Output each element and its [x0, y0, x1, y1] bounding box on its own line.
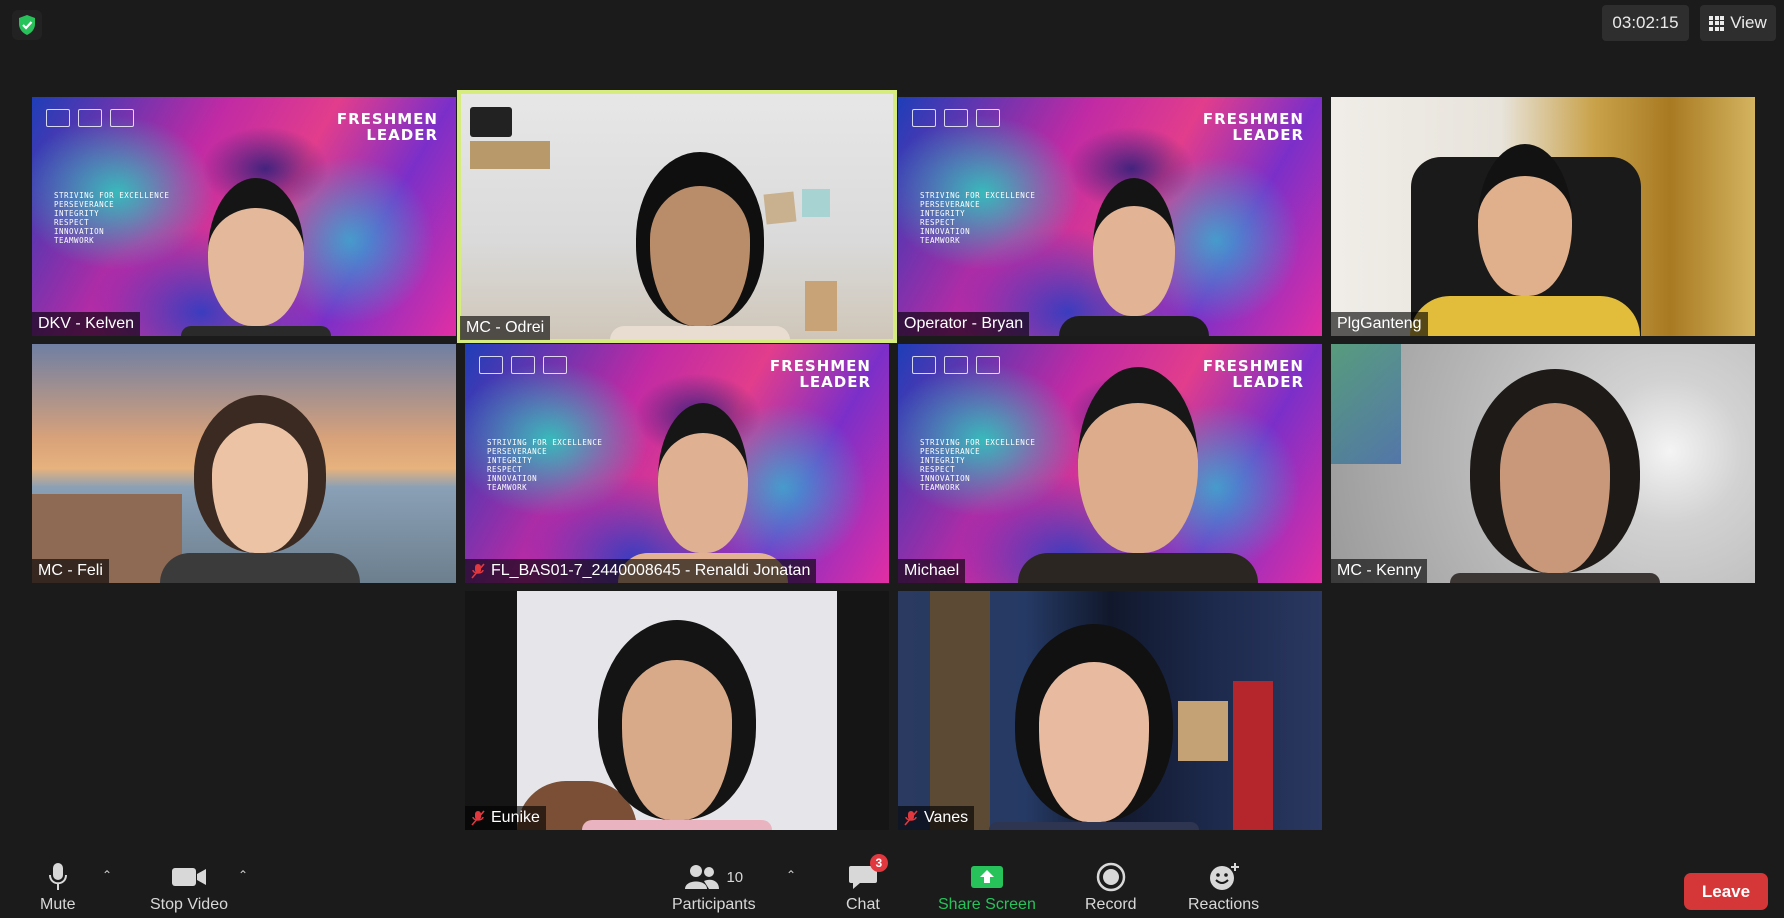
- participant-video: [582, 620, 772, 830]
- participant-video: [618, 403, 788, 583]
- participant-name-tag: FL_BAS01-7_2440008645 - Renaldi Jonatan: [465, 559, 817, 583]
- participants-options-caret-icon[interactable]: ⌃: [786, 868, 796, 882]
- leave-button[interactable]: Leave: [1684, 873, 1768, 910]
- meeting-toolbar: Mute ⌃ Stop Video ⌃ 10 Participants ⌃ 3 …: [0, 848, 1784, 918]
- participant-name-tag: DKV - Kelven: [32, 312, 141, 336]
- participant-video: [181, 178, 331, 336]
- video-tile-plgganteng[interactable]: PlgGanteng: [1331, 97, 1755, 336]
- freshmen-leader-logo: FRESHMEN LEADER: [769, 357, 871, 391]
- chat-button[interactable]: 3 Chat: [846, 854, 888, 914]
- participant-video: [1410, 144, 1640, 336]
- sponsor-logos: [912, 109, 1000, 127]
- meeting-timer: 03:02:15: [1602, 5, 1689, 41]
- record-button[interactable]: Record: [1085, 862, 1137, 914]
- mic-muted-icon: [471, 563, 485, 579]
- blur-patch: [1331, 344, 1401, 464]
- video-tile-vanes[interactable]: Vanes: [898, 591, 1322, 830]
- values-list: STRIVING FOR EXCELLENCE PERSEVERANCE INTEG…: [920, 191, 1036, 245]
- participant-name-tag: Eunike: [465, 806, 546, 830]
- mute-button[interactable]: Mute: [40, 862, 76, 914]
- participant-video: [1059, 178, 1209, 336]
- participant-video: [1018, 367, 1258, 583]
- smiley-add-icon: [1208, 862, 1240, 892]
- video-tile-kelven[interactable]: FRESHMEN LEADER STRIVING FOR EXCELLENCE PE…: [32, 97, 456, 336]
- video-options-caret-icon[interactable]: ⌃: [238, 868, 248, 882]
- participant-video: [989, 624, 1199, 830]
- grid-view-icon: [1709, 15, 1725, 31]
- mic-muted-icon: [471, 810, 485, 826]
- view-button-label: View: [1730, 13, 1767, 32]
- video-tile-eunike[interactable]: Eunike: [465, 591, 889, 830]
- participants-icon: 10: [684, 862, 743, 892]
- share-screen-icon: [970, 862, 1004, 892]
- pencil-cup: [805, 281, 837, 331]
- participant-name-tag: Operator - Bryan: [898, 312, 1030, 336]
- participant-name-tag: Vanes: [898, 806, 975, 830]
- video-tile-renaldi[interactable]: FRESHMEN LEADER STRIVING FOR EXCELLENCE PE…: [465, 344, 889, 583]
- camera-decoration: [470, 107, 512, 137]
- shelf-box: [470, 141, 550, 169]
- sponsor-logos: [479, 356, 567, 374]
- video-tile-kenny[interactable]: MC - Kenny: [1331, 344, 1755, 583]
- video-tile-michael[interactable]: FRESHMEN LEADER STRIVING FOR EXCELLENCE PE…: [898, 344, 1322, 583]
- chat-bubble-icon: 3: [848, 854, 888, 892]
- view-button[interactable]: View: [1700, 5, 1776, 41]
- participants-count: 10: [726, 868, 744, 886]
- security-shield-icon[interactable]: [12, 10, 42, 40]
- video-tile-odrei-active-speaker[interactable]: MC - Odrei: [457, 90, 897, 343]
- participant-name-tag: MC - Odrei: [460, 316, 551, 340]
- door-frame: [930, 591, 990, 830]
- freshmen-leader-logo: FRESHMEN LEADER: [336, 110, 438, 144]
- values-list: STRIVING FOR EXCELLENCE PERSEVERANCE INTEG…: [54, 191, 170, 245]
- stop-video-button[interactable]: Stop Video: [150, 862, 228, 914]
- note-decoration: [802, 189, 830, 217]
- chat-unread-badge: 3: [869, 854, 888, 872]
- participants-button[interactable]: 10 Participants: [672, 862, 756, 914]
- microphone-icon: [48, 862, 68, 892]
- participant-video: [160, 395, 360, 583]
- hanging-cloth: [1233, 681, 1273, 830]
- share-screen-button[interactable]: Share Screen: [938, 862, 1036, 914]
- sponsor-logos: [912, 356, 1000, 374]
- values-list: STRIVING FOR EXCELLENCE PERSEVERANCE INTEG…: [487, 438, 603, 492]
- reactions-button[interactable]: Reactions: [1188, 862, 1259, 914]
- participant-name-tag: MC - Feli: [32, 559, 109, 583]
- participant-name-tag: MC - Kenny: [1331, 559, 1428, 583]
- video-tile-bryan[interactable]: FRESHMEN LEADER STRIVING FOR EXCELLENCE PE…: [898, 97, 1322, 336]
- record-icon: [1096, 862, 1126, 892]
- video-camera-icon: [171, 862, 207, 892]
- freshmen-leader-logo: FRESHMEN LEADER: [1202, 110, 1304, 144]
- participant-name-tag: PlgGanteng: [1331, 312, 1428, 336]
- participant-video: [610, 152, 790, 340]
- participant-video: [1450, 369, 1660, 583]
- participant-name-tag: Michael: [898, 559, 966, 583]
- mute-options-caret-icon[interactable]: ⌃: [102, 868, 112, 882]
- sponsor-logos: [46, 109, 134, 127]
- video-tile-feli[interactable]: MC - Feli: [32, 344, 456, 583]
- mic-muted-icon: [904, 810, 918, 826]
